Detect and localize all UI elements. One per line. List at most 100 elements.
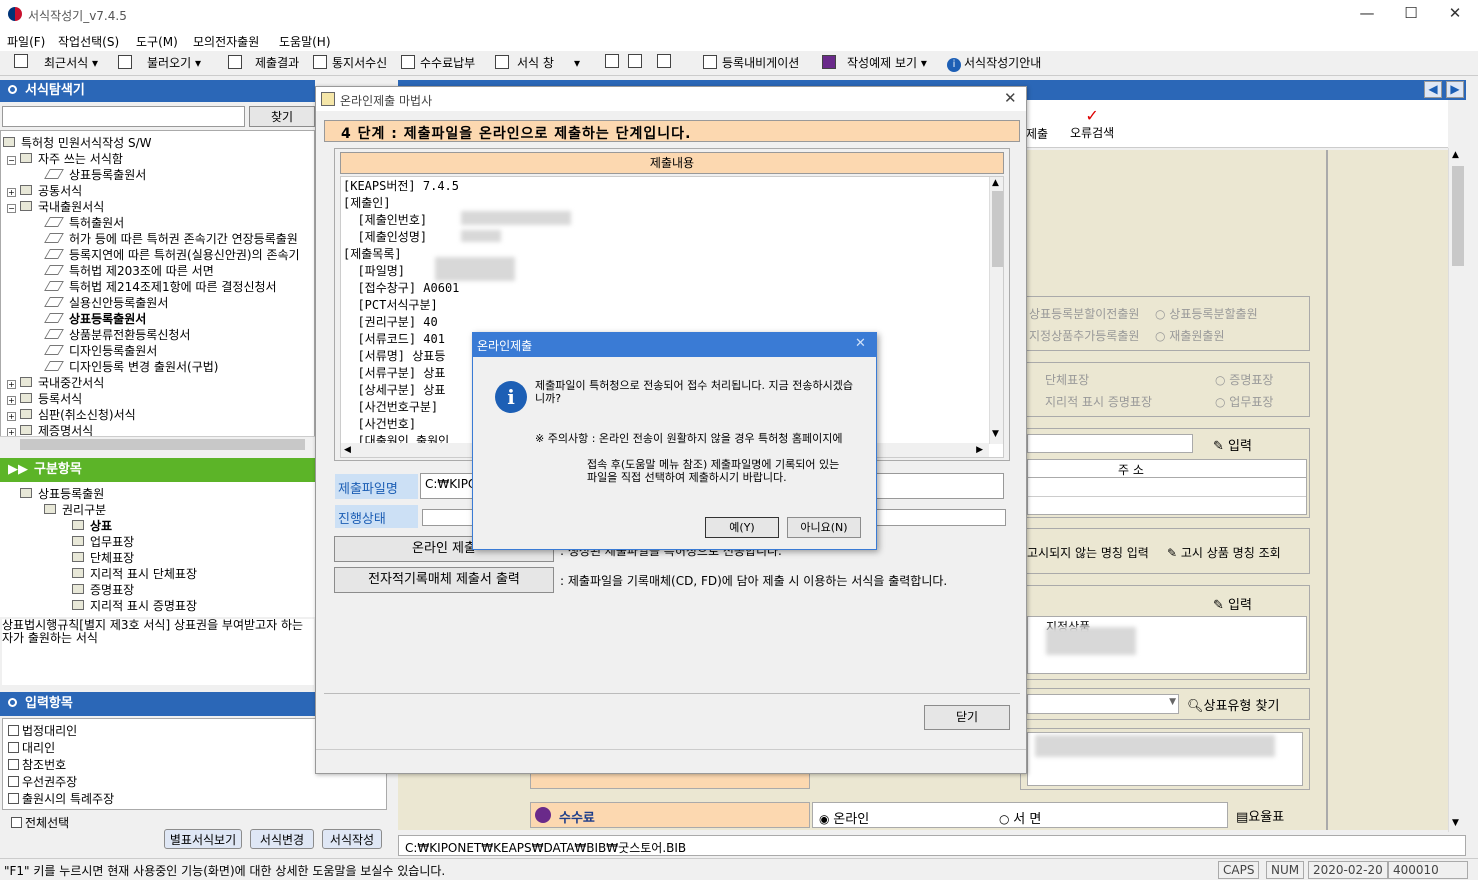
guide-button[interactable]: i 서식작성기안내 [947, 54, 1041, 72]
minimize-icon[interactable]: — [1352, 4, 1382, 26]
notice-receive-button[interactable]: 통지서수신 [313, 54, 387, 72]
folder-icon [20, 153, 32, 163]
edit-icon[interactable] [605, 54, 624, 72]
radio-option[interactable]: ○ 재출원출원 [1155, 327, 1225, 344]
category-item[interactable]: 지리적 표시 단체표장 [72, 565, 197, 582]
content-vscroll[interactable]: ▲ ▼ [989, 177, 1003, 444]
load-button[interactable]: 불러오기 ▾ [118, 54, 201, 72]
stamp-icon[interactable] [628, 54, 647, 72]
example-view-button[interactable]: 작성예제 보기 ▾ [822, 54, 927, 72]
submit-tab-label[interactable]: 제출 [1026, 125, 1048, 142]
expand-icon[interactable]: + [7, 412, 16, 421]
fee-row: 수수료 [530, 802, 810, 828]
new-doc-icon[interactable] [14, 54, 33, 72]
tree-item[interactable]: 특허출원서 [44, 214, 124, 231]
designated-input-button[interactable]: ✎ 입력 [1213, 594, 1252, 613]
expand-icon[interactable]: − [7, 204, 16, 213]
main-vscroll[interactable]: ▲ ▼ [1448, 148, 1466, 832]
wizard-close-icon[interactable]: ✕ [1004, 89, 1017, 107]
category-item[interactable]: 업무표장 [72, 533, 134, 550]
close-button[interactable]: 닫기 [924, 705, 1010, 730]
tree-item[interactable]: 허가 등에 따른 특허권 존속기간 연장등록출원 [44, 230, 298, 247]
tree-item[interactable]: 특허법 제214조제1항에 따른 결정신청서 [44, 278, 277, 295]
error-check-button[interactable]: ✓ 오류검색 [1070, 108, 1114, 141]
tree-root[interactable]: 특허청 민원서식작성 S/W [3, 134, 152, 151]
folder-icon [20, 409, 32, 419]
tree-item[interactable]: 등록지연에 따른 특허권(실용신안권)의 존속기 [44, 246, 300, 263]
tree-folder[interactable]: − 자주 쓰는 서식함 [7, 150, 123, 167]
category-item[interactable]: 단체표장 [72, 549, 134, 566]
radio-option[interactable]: ○ 상표등록분할출원 [1155, 305, 1258, 322]
applicant-input-button[interactable]: ✎ 입력 [1213, 435, 1252, 454]
category-item[interactable]: 상표 [72, 517, 112, 534]
explorer-hscroll[interactable] [0, 436, 315, 452]
fee-payment-button[interactable]: 수수료납부 [401, 54, 475, 72]
input-item[interactable]: 대리인 [8, 739, 55, 756]
fee-table-button[interactable]: ▤요율표 [1236, 806, 1284, 825]
online-radio[interactable]: ◉ 온라인 [819, 808, 869, 827]
input-item[interactable]: 참조번호 [8, 756, 66, 773]
input-item[interactable]: 법정대리인 [8, 722, 77, 739]
nav-prev-icon[interactable]: ◀ [1424, 81, 1442, 98]
expand-icon[interactable]: − [7, 156, 16, 165]
find-button[interactable]: 찾기 [249, 106, 315, 127]
radio-option[interactable]: ○ 업무표장 [1215, 393, 1273, 410]
tree-folder[interactable]: + 공통서식 [7, 182, 82, 199]
lookup-goods-button[interactable]: ✎ 고시 상품 명칭 조회 [1167, 544, 1281, 561]
status-hint: "F1" 키를 누르시면 현재 사용중인 기능(화면)에 대한 상세한 도움말을… [4, 864, 446, 878]
expand-icon[interactable]: + [7, 188, 16, 197]
input-item[interactable]: 우선권주장 [8, 773, 77, 790]
maximize-icon[interactable]: ☐ [1396, 4, 1426, 26]
fee-icon [535, 807, 551, 823]
media-print-button[interactable]: 전자적기록매체 제출서 출력 [334, 567, 554, 593]
write-form-button[interactable]: 서식작성 [322, 829, 382, 849]
menu-tools[interactable]: 도구(M) [136, 33, 178, 50]
recent-forms-button[interactable]: 최근서식 ▾ [44, 54, 98, 72]
type-search-button[interactable]: 🔍︎상표유형 찾기 [1187, 695, 1279, 714]
category-item[interactable]: 지리적 표시 증명표장 [72, 597, 197, 614]
tree-item[interactable]: 상품분류전환등록신청서 [44, 326, 190, 343]
tree-item[interactable]: 실용신안등록출원서 [44, 294, 168, 311]
tree-item[interactable]: 디자인등록출원서 [44, 342, 157, 359]
category-root[interactable]: 상표등록출원 [20, 485, 104, 502]
tree-folder[interactable]: + 국내중간서식 [7, 374, 104, 391]
tree-folder[interactable]: + 등록서식 [7, 390, 82, 407]
submit-result-button[interactable]: 제출결과 [228, 54, 299, 72]
type-select[interactable]: ▼ [1027, 694, 1179, 714]
menu-task[interactable]: 작업선택(S) [58, 33, 119, 50]
explorer-search-input[interactable] [2, 106, 245, 127]
category-sub[interactable]: 권리구분 [44, 501, 106, 518]
input-item[interactable]: 출원시의 특례주장 [8, 790, 114, 807]
expand-icon[interactable]: + [7, 396, 16, 405]
tree-item[interactable]: 상표등록출원서 [44, 166, 146, 183]
category-item[interactable]: 증명표장 [72, 581, 134, 598]
view-separate-button[interactable]: 별표서식보기 [164, 829, 242, 849]
tree-folder[interactable]: + 심판(취소신청)서식 [7, 406, 136, 423]
close-icon[interactable]: ✕ [1440, 4, 1470, 26]
tree-folder[interactable]: − 국내출원서식 [7, 198, 104, 215]
form-window-button[interactable]: 서식 창 ▾ [495, 54, 580, 72]
paper-radio[interactable]: ○ 서 면 [999, 808, 1041, 827]
applicant-input[interactable] [1027, 434, 1193, 453]
print-icon[interactable] [657, 54, 676, 72]
menu-simulation[interactable]: 모의전자출원 [193, 33, 259, 50]
select-all-checkbox[interactable]: 전체선택 [11, 814, 69, 831]
unlisted-name-button[interactable]: 고시되지 않는 명칭 입력 [1027, 544, 1149, 561]
form-icon [44, 249, 64, 259]
folder-icon [20, 425, 32, 435]
media-print-desc: : 제출파일을 기록매체(CD, FD)에 담아 제출 시 이용하는 서식을 출… [560, 574, 948, 588]
menu-file[interactable]: 파일(F) [7, 33, 45, 50]
tree-item[interactable]: 상표등록출원서 [44, 310, 146, 327]
radio-option[interactable]: ○ 증명표장 [1215, 371, 1273, 388]
registration-navigation-button[interactable]: 등록내비게이션 [703, 54, 799, 72]
menu-help[interactable]: 도움말(H) [279, 33, 331, 50]
tree-item[interactable]: 특허법 제203조에 따른 서면 [44, 262, 214, 279]
change-form-button[interactable]: 서식변경 [250, 829, 314, 849]
form-icon [44, 345, 64, 355]
dialog-close-icon[interactable]: ✕ [855, 336, 866, 351]
nav-next-icon[interactable]: ▶ [1446, 81, 1464, 98]
no-button[interactable]: 아니요(N) [787, 517, 861, 538]
yes-button[interactable]: 예(Y) [705, 517, 779, 538]
expand-icon[interactable]: + [7, 380, 16, 389]
tree-item[interactable]: 디자인등록 변경 출원서(구법) [44, 358, 218, 375]
